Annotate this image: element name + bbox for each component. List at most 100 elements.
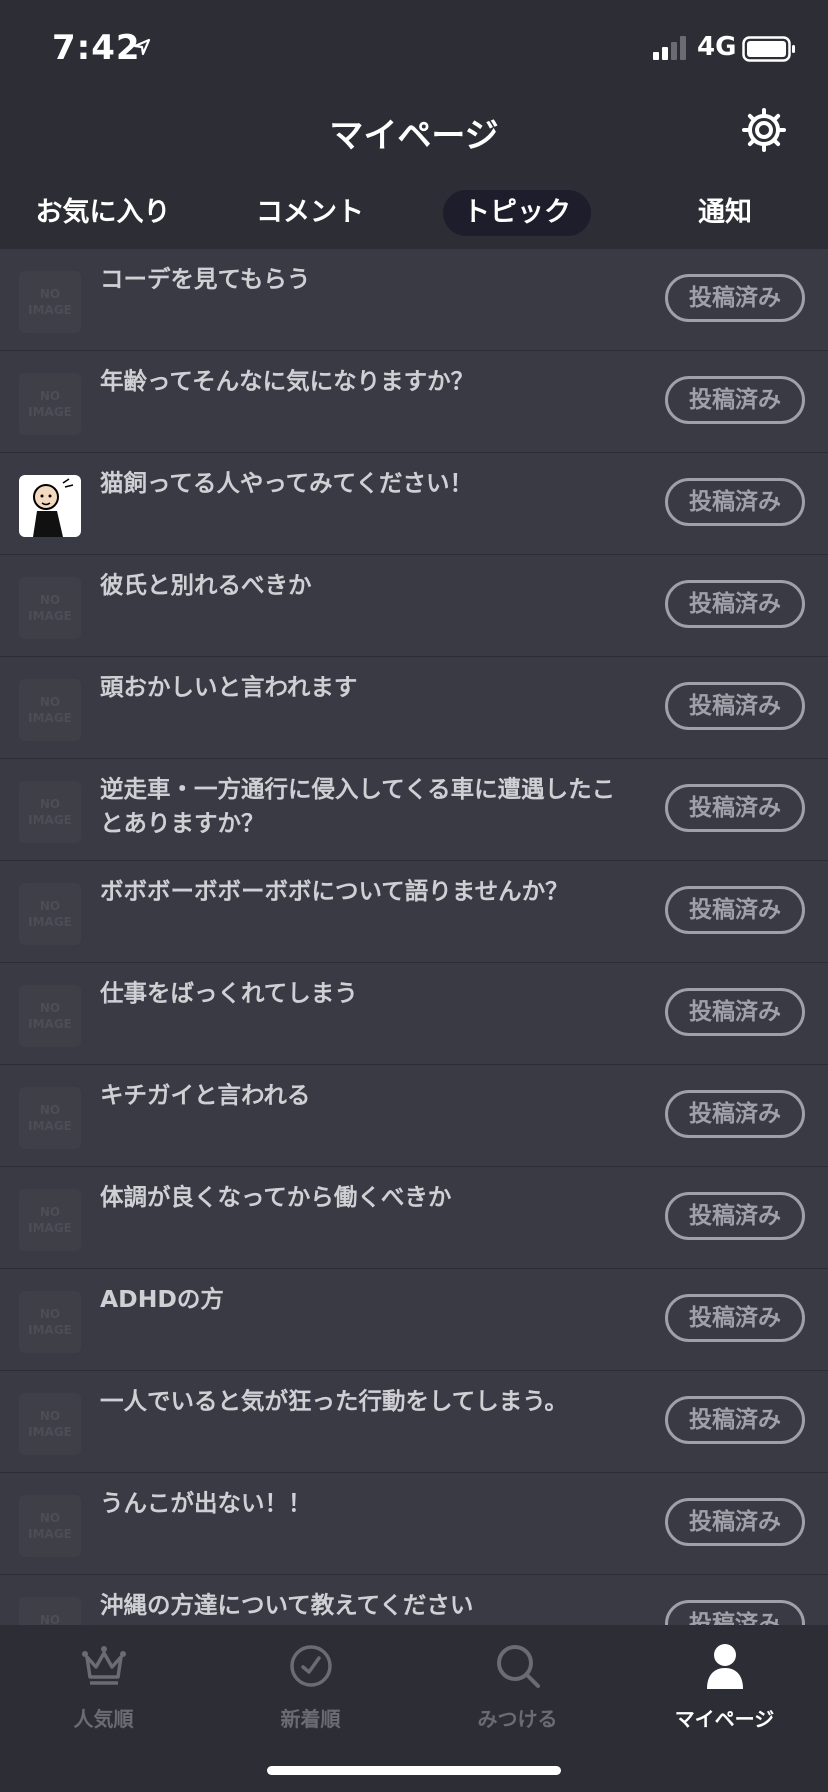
posted-status-button[interactable]: 投稿済み	[665, 1498, 805, 1546]
no-image-text: NO	[39, 1001, 61, 1015]
topic-row[interactable]: NOIMAGE 沖縄の方達について教えてください 投稿済み	[0, 1575, 828, 1625]
topic-title: 沖縄の方達について教えてください	[100, 1591, 474, 1619]
topic-thumbnail-image	[19, 475, 81, 537]
home-indicator[interactable]	[267, 1766, 561, 1775]
topic-title: 彼氏と別れるべきか	[100, 571, 312, 599]
top-bar: 7:42 4G マイページ お気に入り コメント トピック 通知	[0, 0, 828, 249]
status-bar: 7:42 4G	[0, 0, 828, 100]
no-image-placeholder: NO IMAGE	[19, 271, 81, 333]
topic-title: 体調が良くなってから働くべきか	[100, 1183, 452, 1211]
topic-row[interactable]: NO IMAGE ボボボーボボーボボについて語りませんか？ 投稿済み	[0, 861, 828, 963]
topic-row[interactable]: NO IMAGE 年齢ってそんなに気になりますか？ 投稿済み	[0, 351, 828, 453]
no-image-placeholder: NO IMAGE	[19, 577, 81, 639]
clock-check-icon	[290, 1645, 332, 1687]
no-image-placeholder: NO IMAGE	[19, 781, 81, 843]
topic-title: 猫飼ってる人やってみてください！	[100, 469, 473, 497]
battery-icon	[742, 36, 796, 66]
no-image-text: IMAGE	[28, 303, 72, 317]
topic-title: 一人でいると気が狂った行動をしてしまう。	[100, 1387, 568, 1415]
search-icon	[497, 1645, 540, 1688]
posted-status-button[interactable]: 投稿済み	[665, 1294, 805, 1342]
topic-row[interactable]: NO IMAGE 仕事をばっくれてしまう 投稿済み	[0, 963, 828, 1065]
no-image-placeholder: NO IMAGE	[19, 1087, 81, 1149]
nav-mypage[interactable]: マイページ	[621, 1625, 828, 1735]
no-image-text: NO	[39, 899, 61, 913]
bottom-nav: 人気順 新着順 みつける マイページ	[0, 1625, 828, 1792]
topic-title: 仕事をばっくれてしまう	[100, 979, 358, 1007]
no-image-text: IMAGE	[28, 1425, 72, 1439]
no-image-placeholder: NO IMAGE	[19, 883, 81, 945]
no-image-placeholder: NO IMAGE	[19, 1495, 81, 1557]
no-image-text: IMAGE	[28, 1017, 72, 1031]
topic-row[interactable]: 猫飼ってる人やってみてください！ 投稿済み	[0, 453, 828, 555]
topic-row[interactable]: NO IMAGE 一人でいると気が狂った行動をしてしまう。 投稿済み	[0, 1371, 828, 1473]
no-image-placeholder: NO IMAGE	[19, 679, 81, 741]
posted-status-button[interactable]: 投稿済み	[665, 1396, 805, 1444]
crown-icon	[82, 1646, 126, 1685]
topic-title: キチガイと言われる	[100, 1081, 311, 1109]
location-arrow-icon	[133, 38, 151, 60]
no-image-text: NO	[39, 287, 61, 301]
topic-row[interactable]: NO IMAGE キチガイと言われる 投稿済み	[0, 1065, 828, 1167]
posted-status-button[interactable]: 投稿済み	[665, 988, 805, 1036]
tab-topics[interactable]: トピック	[443, 190, 591, 236]
no-image-text: IMAGE	[28, 1527, 72, 1541]
no-image-placeholder: NO IMAGE	[19, 1291, 81, 1353]
topic-row[interactable]: NO IMAGE うんこが出ない！！ 投稿済み	[0, 1473, 828, 1575]
status-time: 7:42	[52, 28, 141, 68]
posted-status-button[interactable]: 投稿済み	[665, 682, 805, 730]
cellular-signal-icon	[653, 36, 691, 64]
nav-label: 新着順	[280, 1707, 341, 1731]
posted-status-button[interactable]: 投稿済み	[665, 376, 805, 424]
no-image-text: NO	[39, 1409, 61, 1423]
nav-popular[interactable]: 人気順	[0, 1625, 207, 1735]
no-image-text: NO	[39, 593, 61, 607]
topic-title: コーデを見てもらう	[100, 265, 311, 293]
no-image-text: IMAGE	[28, 1119, 72, 1133]
posted-status-button[interactable]: 投稿済み	[665, 1090, 805, 1138]
tab-comments[interactable]: コメント	[230, 190, 390, 236]
topic-title: 頭おかしいと言われます	[100, 673, 358, 701]
topic-title: 逆走車・一方通行に侵入してくる車に遭遇したことありますか？	[100, 775, 616, 837]
no-image-placeholder: NO IMAGE	[19, 1393, 81, 1455]
nav-search[interactable]: みつける	[414, 1625, 621, 1735]
topic-title: 年齢ってそんなに気になりますか？	[100, 367, 475, 395]
topic-title: うんこが出ない！！	[100, 1489, 312, 1517]
topic-row[interactable]: NO IMAGE ADHDの方 投稿済み	[0, 1269, 828, 1371]
posted-status-button[interactable]: 投稿済み	[665, 274, 805, 322]
no-image-placeholder: NO IMAGE	[19, 985, 81, 1047]
no-image-text: NO	[39, 1511, 61, 1525]
tab-notifications[interactable]: 通知	[655, 190, 795, 236]
person-icon	[707, 1644, 743, 1689]
topic-title: ボボボーボボーボボについて語りませんか？	[100, 877, 569, 905]
nav-new[interactable]: 新着順	[207, 1625, 414, 1735]
no-image-text: IMAGE	[28, 711, 72, 725]
no-image-text: NO	[39, 1103, 61, 1117]
posted-status-button[interactable]: 投稿済み	[665, 580, 805, 628]
no-image-placeholder: NO IMAGE	[19, 373, 81, 435]
network-type: 4G	[697, 32, 737, 62]
topic-title: ADHDの方	[100, 1285, 224, 1313]
topic-row[interactable]: NO IMAGE 逆走車・一方通行に侵入してくる車に遭遇したことありますか？ 投稿済み	[0, 759, 828, 861]
posted-status-button[interactable]: 投稿済み	[665, 478, 805, 526]
topic-row[interactable]: NO IMAGE コーデを見てもらう 投稿済み	[0, 249, 828, 351]
no-image-text: NO	[39, 1613, 61, 1625]
no-image-text: IMAGE	[28, 609, 72, 623]
topic-list[interactable]: NO IMAGE コーデを見てもらう 投稿済み NO IMAGE 年齢ってそんなに気になりま…	[0, 249, 828, 1625]
no-image-text: NO	[39, 389, 61, 403]
no-image-text: IMAGE	[28, 915, 72, 929]
nav-label: みつける	[477, 1707, 558, 1731]
topic-row[interactable]: NO IMAGE 頭おかしいと言われます 投稿済み	[0, 657, 828, 759]
posted-status-button[interactable]: 投稿済み	[665, 1192, 805, 1240]
gear-icon[interactable]	[742, 108, 786, 152]
posted-status-button[interactable]: 投稿済み	[665, 1600, 805, 1625]
tab-favorites[interactable]: お気に入り	[23, 190, 183, 236]
posted-status-button[interactable]: 投稿済み	[665, 784, 805, 832]
no-image-text: NO	[39, 695, 61, 709]
posted-status-button[interactable]: 投稿済み	[665, 886, 805, 934]
no-image-text: NO	[39, 1205, 61, 1219]
nav-label: マイページ	[674, 1707, 775, 1731]
topic-row[interactable]: NO IMAGE 体調が良くなってから働くべきか 投稿済み	[0, 1167, 828, 1269]
page-title: マイページ	[329, 116, 499, 156]
topic-row[interactable]: NO IMAGE 彼氏と別れるべきか 投稿済み	[0, 555, 828, 657]
